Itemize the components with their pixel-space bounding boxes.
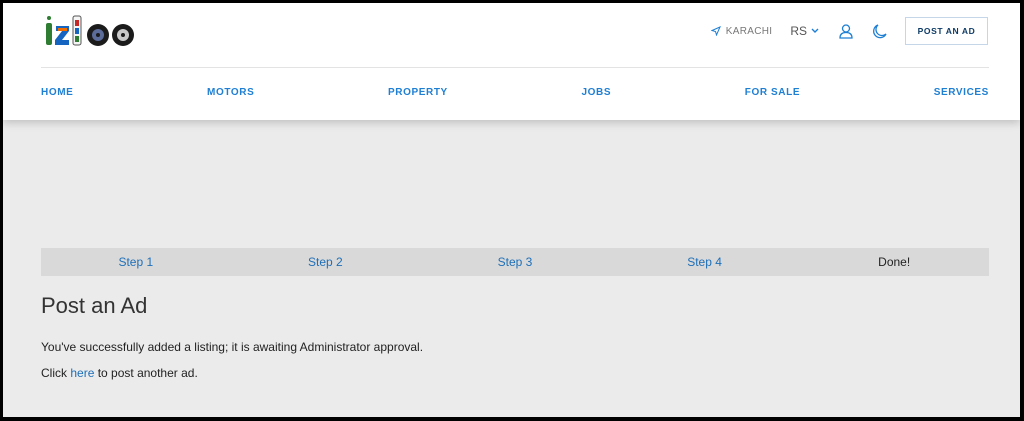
post-another-link[interactable]: here <box>70 366 94 380</box>
nav-item-services[interactable]: SERVICES <box>934 87 989 98</box>
nav-item-home[interactable]: HOME <box>41 87 73 98</box>
location-label: KARACHI <box>725 25 773 37</box>
currency-label: RS <box>790 24 807 38</box>
post-an-ad-button[interactable]: POST AN AD <box>905 17 988 45</box>
success-message: You've successfully added a listing; it … <box>41 340 424 354</box>
page-frame: KARACHI RS POST AN AD HOME MOTORS PROPER… <box>3 3 1020 417</box>
user-icon <box>839 24 853 39</box>
post-another-message: Click here to post another ad. <box>41 366 198 380</box>
step-2[interactable]: Step 2 <box>231 255 421 269</box>
moon-icon <box>873 24 887 39</box>
account-button[interactable] <box>837 22 855 40</box>
progress-steps: Step 1 Step 2 Step 3 Step 4 Done! <box>41 248 989 276</box>
page-title: Post an Ad <box>41 293 148 318</box>
main-nav: HOME MOTORS PROPERTY JOBS FOR SALE SERVI… <box>41 87 989 98</box>
currency-selector[interactable]: RS <box>790 24 819 38</box>
step-4[interactable]: Step 4 <box>610 255 800 269</box>
navigation-arrow-icon <box>710 26 721 36</box>
theme-toggle-button[interactable] <box>871 22 889 40</box>
chevron-down-icon <box>811 28 819 33</box>
click-prefix: Click <box>41 366 67 380</box>
nav-item-jobs[interactable]: JOBS <box>581 87 611 98</box>
header-utilities: KARACHI RS POST AN AD <box>710 17 988 45</box>
site-logo[interactable] <box>43 14 148 50</box>
step-3[interactable]: Step 3 <box>420 255 610 269</box>
nav-item-motors[interactable]: MOTORS <box>207 87 254 98</box>
nav-item-for-sale[interactable]: FOR SALE <box>745 87 800 98</box>
step-1[interactable]: Step 1 <box>41 255 231 269</box>
site-header: KARACHI RS POST AN AD HOME MOTORS PROPER… <box>3 3 1020 120</box>
location-selector[interactable]: KARACHI <box>710 25 773 37</box>
header-divider <box>41 67 989 68</box>
nav-item-property[interactable]: PROPERTY <box>388 87 448 98</box>
step-done: Done! <box>878 255 911 269</box>
click-suffix: to post another ad. <box>97 366 198 380</box>
